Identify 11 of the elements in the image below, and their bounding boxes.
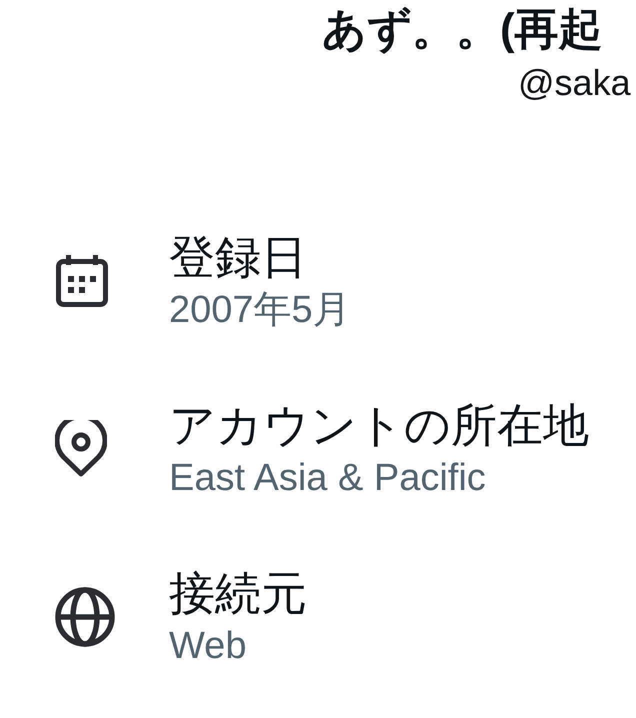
- detail-label: 登録日: [169, 230, 308, 285]
- globe-icon: [55, 587, 115, 648]
- user-handle: @saka: [518, 62, 631, 103]
- detail-value: East Asia & Pacific: [169, 456, 487, 501]
- detail-value: 2007年5月: [169, 288, 351, 333]
- detail-label: 接続元: [169, 566, 307, 621]
- detail-label: アカウントの所在地: [169, 398, 589, 453]
- location-pin-icon: [55, 420, 107, 478]
- display-name: あず。。(再起: [322, 5, 603, 54]
- calendar-icon: [55, 254, 109, 308]
- detail-value: Web: [169, 624, 248, 669]
